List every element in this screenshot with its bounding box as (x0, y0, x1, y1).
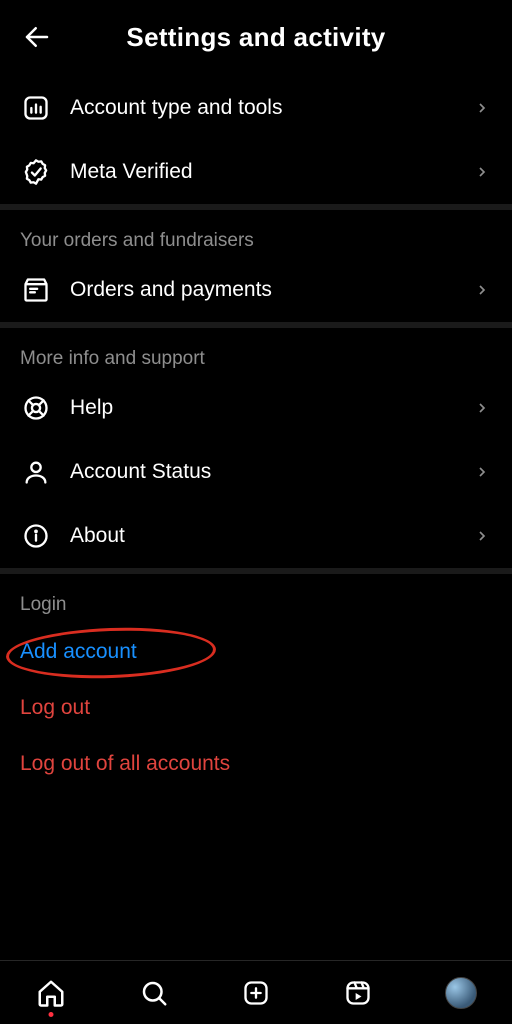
nav-new-post[interactable] (236, 973, 276, 1013)
chevron-right-icon (472, 98, 492, 118)
chevron-right-icon (472, 526, 492, 546)
nav-home[interactable] (31, 973, 71, 1013)
row-label: About (70, 524, 454, 548)
row-about[interactable]: About (0, 504, 512, 568)
row-help[interactable]: Help (0, 376, 512, 440)
bottom-nav (0, 960, 512, 1024)
row-account-status[interactable]: Account Status (0, 440, 512, 504)
nav-search[interactable] (134, 973, 174, 1013)
section-header-orders: Your orders and fundraisers (0, 210, 512, 258)
row-meta-verified[interactable]: Meta Verified (0, 140, 512, 204)
chevron-right-icon (472, 162, 492, 182)
row-label: Help (70, 396, 454, 420)
page-title: Settings and activity (16, 22, 496, 53)
row-label: Account type and tools (70, 96, 454, 120)
account-tools-icon (20, 92, 52, 124)
row-orders-payments[interactable]: Orders and payments (0, 258, 512, 322)
add-account-button[interactable]: Add account (0, 624, 512, 680)
section-header-info: More info and support (0, 328, 512, 376)
logout-all-button[interactable]: Log out of all accounts (0, 736, 512, 792)
header: Settings and activity (0, 0, 512, 76)
about-icon (20, 520, 52, 552)
notification-dot-icon (49, 1012, 54, 1017)
meta-verified-icon (20, 156, 52, 188)
nav-reels[interactable] (338, 973, 378, 1013)
section-header-login: Login (0, 574, 512, 624)
help-icon (20, 392, 52, 424)
chevron-right-icon (472, 280, 492, 300)
chevron-right-icon (472, 462, 492, 482)
avatar-icon (445, 977, 477, 1009)
row-account-tools[interactable]: Account type and tools (0, 76, 512, 140)
row-label: Orders and payments (70, 278, 454, 302)
orders-icon (20, 274, 52, 306)
settings-list: Account type and tools Meta Verified You… (0, 76, 512, 1024)
row-label: Account Status (70, 460, 454, 484)
logout-button[interactable]: Log out (0, 680, 512, 736)
chevron-right-icon (472, 398, 492, 418)
row-label: Meta Verified (70, 160, 454, 184)
nav-profile[interactable] (441, 973, 481, 1013)
account-status-icon (20, 456, 52, 488)
